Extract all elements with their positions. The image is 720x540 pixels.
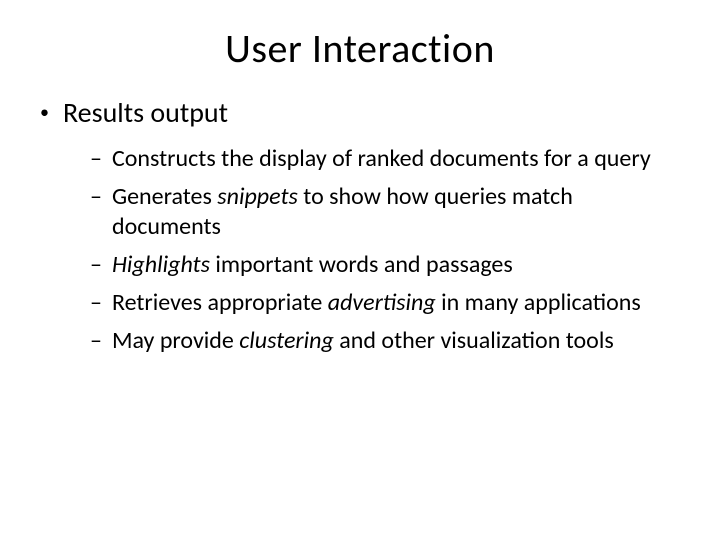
bullet-text-l2: May provide clustering and other visuali… xyxy=(112,326,614,356)
bullet-text-l2: Retrieves appropriate advertising in man… xyxy=(112,288,641,318)
list-item: – Constructs the display of ranked docum… xyxy=(90,144,684,174)
bullet-marker-l1: • xyxy=(40,95,49,129)
list-item: – Highlights important words and passage… xyxy=(90,250,684,280)
bullet-marker-l2: – xyxy=(90,326,102,356)
bullet-text-l2: Highlights important words and passages xyxy=(112,250,513,280)
list-item: – Generates snippets to show how queries… xyxy=(90,182,684,242)
list-item: – Retrieves appropriate advertising in m… xyxy=(90,288,684,318)
bullet-marker-l2: – xyxy=(90,288,102,318)
bullet-marker-l2: – xyxy=(90,144,102,174)
bullet-text-l1: Results output xyxy=(63,95,228,130)
slide-title: User Interaction xyxy=(36,24,684,73)
bullet-marker-l2: – xyxy=(90,182,102,212)
list-item: – May provide clustering and other visua… xyxy=(90,326,684,356)
bullet-marker-l2: – xyxy=(90,250,102,280)
list-item: • Results output xyxy=(40,95,684,130)
bullet-text-l2: Generates snippets to show how queries m… xyxy=(112,182,672,242)
bullet-text-l2: Constructs the display of ranked documen… xyxy=(112,144,651,174)
